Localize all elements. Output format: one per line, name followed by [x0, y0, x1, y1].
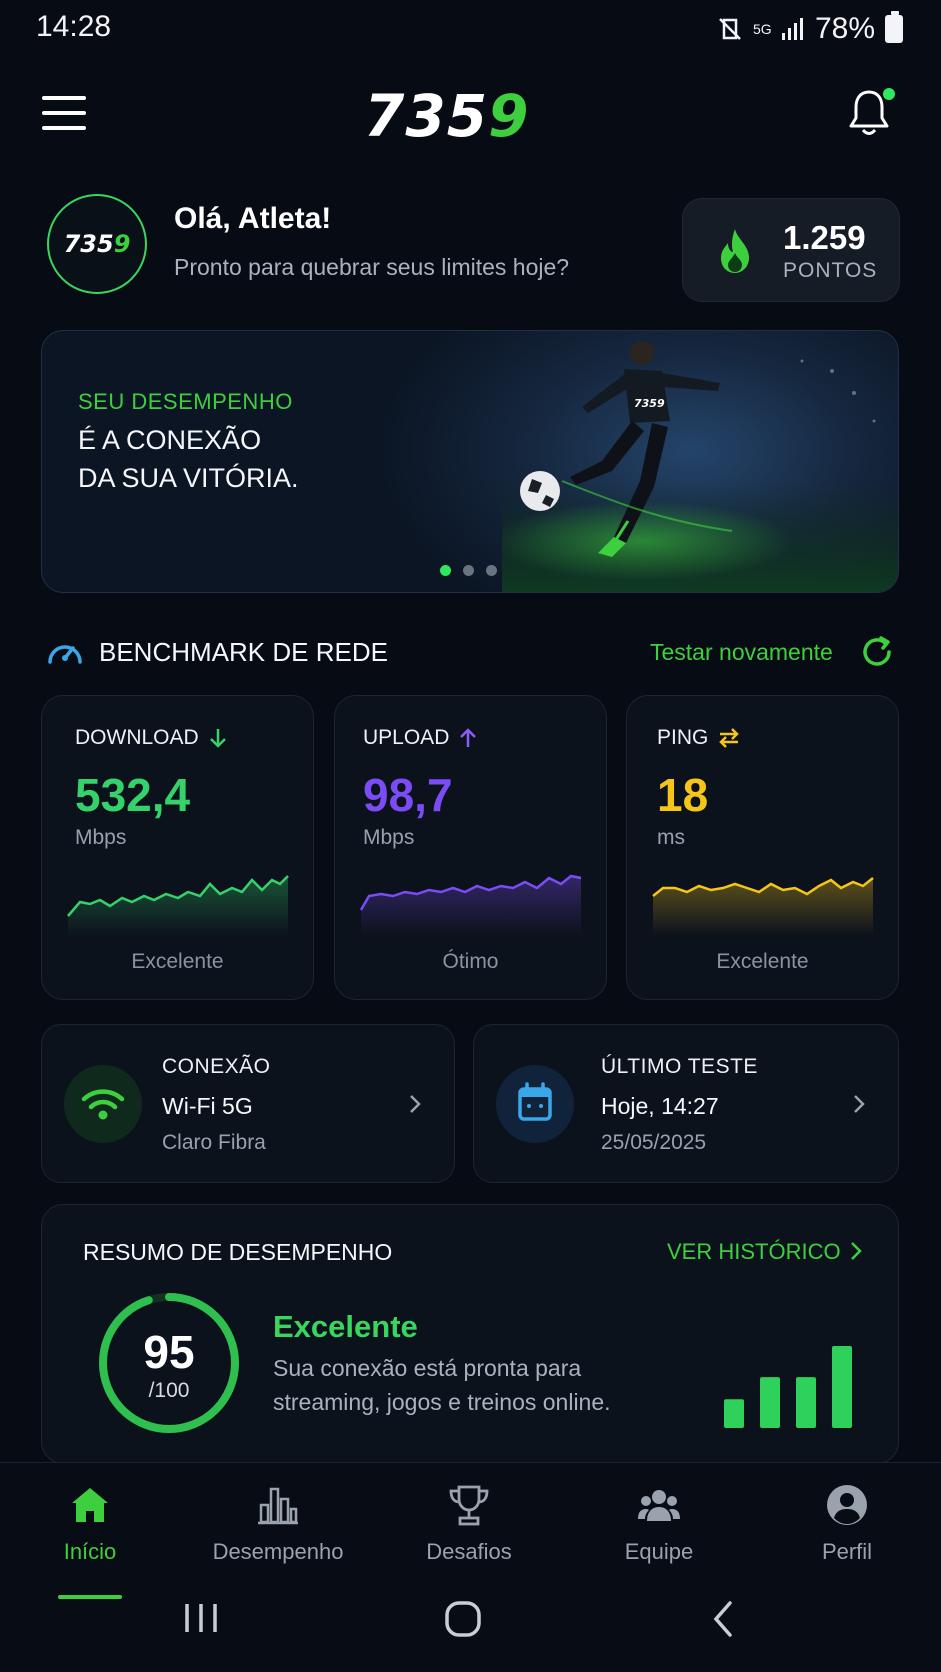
- speedometer-icon: [48, 645, 82, 664]
- points-label: PONTOS: [783, 259, 878, 282]
- connection-card[interactable]: CONEXÃO Wi-Fi 5G Claro Fibra: [41, 1024, 455, 1183]
- nav-item-perfil[interactable]: Perfil: [757, 1483, 937, 1593]
- hero-kicker: SEU DESEMPENHO: [78, 389, 293, 414]
- jersey-logo: 7359: [634, 397, 665, 410]
- profile-icon: [827, 1485, 867, 1525]
- download-label: DOWNLOAD: [75, 726, 199, 749]
- bar-chart-icon: [258, 1487, 298, 1525]
- ping-card[interactable]: PING 18 ms Excelente: [626, 695, 899, 1000]
- score-value: 95: [143, 1326, 195, 1378]
- network-icon: 5G: [752, 21, 772, 37]
- wifi-icon: [64, 1065, 142, 1143]
- ping-unit: ms: [657, 826, 685, 849]
- chevron-right-icon: [854, 1095, 865, 1113]
- carousel-dot[interactable]: [486, 565, 497, 576]
- download-value: 532,4: [75, 769, 191, 821]
- greeting-title: Olá, Atleta!: [174, 202, 332, 235]
- summary-title: RESUMO DE DESEMPENHO: [83, 1239, 393, 1265]
- nav-item-desafios[interactable]: Desafios: [379, 1483, 559, 1593]
- nav-label-desempenho: Desempenho: [212, 1539, 344, 1564]
- performance-summary-card: RESUMO DE DESEMPENHO VER HISTÓRICO 95 /1…: [41, 1204, 899, 1464]
- arrow-up-icon: [460, 728, 477, 747]
- download-unit: Mbps: [75, 826, 127, 849]
- upload-unit: Mbps: [363, 826, 415, 849]
- battery-icon: [885, 11, 903, 43]
- home-button-icon[interactable]: [444, 1600, 482, 1638]
- last-test-label: ÚLTIMO TESTE: [601, 1055, 758, 1078]
- refresh-icon[interactable]: [859, 634, 895, 670]
- avatar[interactable]: 735 9: [47, 194, 147, 294]
- upload-card[interactable]: UPLOAD 98,7 Mbps Ótimo: [334, 695, 607, 1000]
- status-time: 14:28: [36, 10, 112, 43]
- nav-label-equipe: Equipe: [624, 1539, 694, 1564]
- menu-icon[interactable]: [42, 96, 86, 130]
- greeting-subtitle: Pronto para quebrar seus limites hoje?: [174, 254, 570, 280]
- upload-label: UPLOAD: [363, 726, 450, 749]
- ping-rating: Excelente: [716, 950, 809, 973]
- nav-label-inicio: Início: [63, 1539, 117, 1564]
- upload-sparkline: [359, 874, 582, 936]
- flame-icon: [721, 229, 749, 273]
- nav-item-desempenho[interactable]: Desempenho: [188, 1483, 368, 1593]
- chevron-right-icon[interactable]: [848, 1239, 864, 1263]
- signal-bar: [796, 1377, 816, 1428]
- soccer-player-illustration: 7359: [502, 341, 898, 592]
- summary-description-line2: streaming, jogos e treinos online.: [273, 1389, 611, 1415]
- recent-apps-icon[interactable]: [182, 1600, 220, 1636]
- connection-label: CONEXÃO: [162, 1055, 271, 1078]
- last-test-value: Hoje, 14:27: [601, 1093, 719, 1119]
- signal-bar: [760, 1377, 780, 1428]
- active-tab-indicator: [58, 1595, 122, 1599]
- signal-bar: [724, 1399, 744, 1428]
- signal-icon: [781, 18, 803, 40]
- nav-label-desafios: Desafios: [426, 1539, 512, 1564]
- upload-value: 98,7: [363, 769, 453, 821]
- ping-label: PING: [657, 726, 709, 749]
- benchmark-title: BENCHMARK DE REDE: [99, 637, 388, 667]
- mute-vibrate-icon: [719, 18, 741, 40]
- carousel-dot[interactable]: [440, 565, 451, 576]
- connection-value: Wi-Fi 5G: [162, 1093, 253, 1119]
- ping-sparkline: [652, 877, 874, 936]
- status-icons: 5G 78%: [717, 11, 903, 46]
- view-history-link[interactable]: VER HISTÓRICO: [667, 1239, 841, 1265]
- notification-dot: [883, 88, 895, 100]
- last-test-card[interactable]: ÚLTIMO TESTE Hoje, 14:27 25/05/2025: [473, 1024, 899, 1183]
- retest-button[interactable]: Testar novamente: [650, 639, 833, 666]
- summary-headline: Excelente: [273, 1309, 418, 1344]
- calendar-icon: [496, 1065, 574, 1143]
- team-icon: [638, 1490, 680, 1521]
- score-max: /100: [148, 1379, 190, 1402]
- chevron-right-icon: [410, 1095, 421, 1113]
- hero-headline-line1: É A CONEXÃO: [78, 425, 262, 455]
- carousel-dot[interactable]: [463, 565, 474, 576]
- signal-bar: [832, 1346, 852, 1428]
- notification-bell-icon[interactable]: [847, 88, 895, 140]
- summary-description-line1: Sua conexão está pronta para: [273, 1355, 582, 1381]
- points-card[interactable]: 1.259 PONTOS: [682, 198, 900, 302]
- nav-item-inicio[interactable]: Início: [0, 1483, 180, 1599]
- app-logo: 7359: [364, 82, 530, 150]
- last-test-date: 25/05/2025: [601, 1131, 707, 1154]
- nav-label-perfil: Perfil: [821, 1539, 873, 1564]
- nav-item-equipe[interactable]: Equipe: [569, 1483, 749, 1593]
- connection-provider: Claro Fibra: [162, 1131, 266, 1154]
- download-card[interactable]: DOWNLOAD 532,4 Mbps Excelente: [41, 695, 314, 1000]
- battery-percent: 78%: [814, 12, 875, 45]
- bottom-navigation: Início Desempenho Desafios Equipe Perfil: [0, 1462, 941, 1672]
- back-icon[interactable]: [710, 1600, 736, 1638]
- upload-rating: Ótimo: [442, 950, 499, 973]
- ping-value: 18: [657, 769, 709, 821]
- trophy-icon: [449, 1485, 489, 1526]
- download-rating: Excelente: [131, 950, 224, 973]
- hero-headline-line2: DA SUA VITÓRIA.: [78, 463, 299, 493]
- signal-strength-bars: [724, 1346, 852, 1428]
- swap-arrows-icon: [719, 728, 740, 748]
- carousel-dots: [440, 565, 497, 576]
- points-value: 1.259: [783, 219, 866, 256]
- hero-banner[interactable]: 7359 SEU DESEMPENHO É A CONEXÃO DA SUA V…: [41, 330, 899, 593]
- arrow-down-icon: [209, 729, 226, 748]
- home-icon: [72, 1488, 108, 1522]
- download-sparkline: [67, 875, 289, 936]
